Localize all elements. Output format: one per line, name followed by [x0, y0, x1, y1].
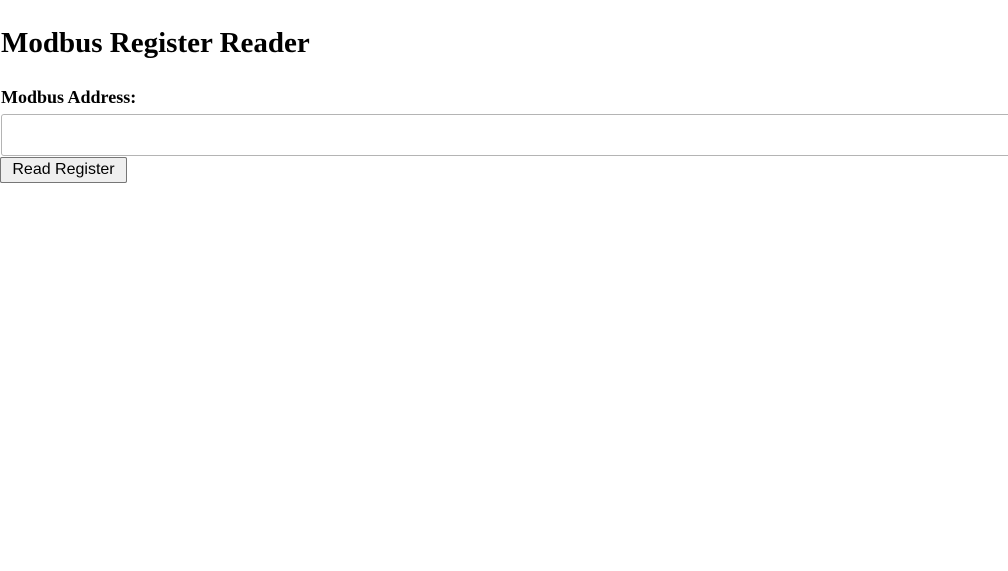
read-register-button[interactable]: Read Register	[0, 157, 127, 183]
modbus-address-input[interactable]	[1, 114, 1008, 156]
modbus-address-label: Modbus Address:	[1, 87, 137, 107]
page-title: Modbus Register Reader	[1, 27, 310, 59]
page: Modbus Register Reader Modbus Address: R…	[0, 0, 1008, 571]
